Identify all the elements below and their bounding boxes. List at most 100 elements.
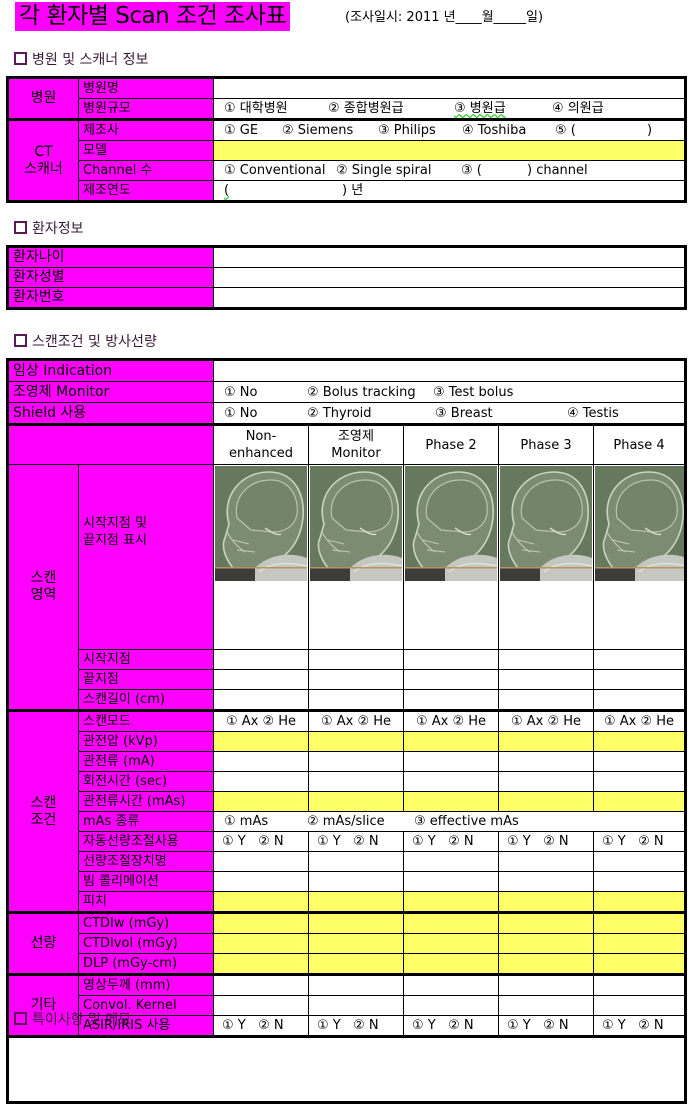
mas-field[interactable] [213, 791, 309, 812]
pitch-field[interactable] [593, 891, 686, 913]
kvp-field[interactable] [308, 731, 404, 752]
mas-type-options[interactable]: ① mAs ② mAs/slice ③ effective mAs [213, 811, 686, 832]
ctdiw-field[interactable] [498, 911, 594, 934]
start-point-field[interactable] [498, 649, 594, 670]
aec-options[interactable]: ① Y ② N [593, 831, 686, 852]
asir-options[interactable]: ① Y ② N [593, 1015, 686, 1037]
option-test-bolus[interactable]: ③ Test bolus [433, 384, 513, 401]
option-thyroid[interactable]: ② Thyroid [307, 405, 435, 422]
option-effective-mas[interactable]: ③ effective mAs [414, 813, 519, 830]
dlp-field[interactable] [213, 953, 309, 975]
ctdivol-field[interactable] [308, 933, 404, 954]
scan-length-field[interactable] [213, 689, 309, 711]
end-point-field[interactable] [308, 669, 404, 690]
slice-thickness-field[interactable] [498, 973, 594, 996]
kvp-field[interactable] [593, 731, 686, 752]
start-point-field[interactable] [213, 649, 309, 670]
channel-options[interactable]: ① Conventional ② Single spiral ③ () channe… [213, 160, 686, 181]
option-conventional[interactable]: ① Conventional [224, 162, 336, 179]
option-university-hospital[interactable]: ① 대학병원 [224, 100, 328, 117]
scan-mode-options[interactable]: ① Ax ② He [308, 709, 404, 732]
patient-id-field[interactable] [213, 287, 686, 309]
ma-field[interactable] [403, 751, 499, 772]
patient-sex-field[interactable] [213, 267, 686, 288]
kernel-field[interactable] [308, 995, 404, 1016]
mas-field[interactable] [308, 791, 404, 812]
pitch-field[interactable] [403, 891, 499, 913]
rotation-time-field[interactable] [593, 771, 686, 792]
rotation-time-field[interactable] [308, 771, 404, 792]
dlp-field[interactable] [403, 953, 499, 975]
aec-device-field[interactable] [593, 851, 686, 872]
collimation-field[interactable] [593, 871, 686, 892]
option-breast[interactable]: ③ Breast [435, 405, 567, 422]
manufacturer-options[interactable]: ① GE ② Siemens ③ Philips ④ Toshiba ⑤ () [213, 118, 686, 141]
aec-device-field[interactable] [213, 851, 309, 872]
scan-mode-options[interactable]: ① Ax ② He [593, 709, 686, 732]
aec-options[interactable]: ① Y ② N [403, 831, 499, 852]
end-point-field[interactable] [213, 669, 309, 690]
ctdiw-field[interactable] [593, 911, 686, 934]
option-bolus-tracking[interactable]: ② Bolus tracking [307, 384, 433, 401]
shield-options[interactable]: ① No ② Thyroid ③ Breast ④ Testis [213, 402, 686, 425]
pitch-field[interactable] [308, 891, 404, 913]
mas-field[interactable] [593, 791, 686, 812]
ctdivol-field[interactable] [593, 933, 686, 954]
scan-mode-options[interactable]: ① Ax ② He [213, 709, 309, 732]
aec-device-field[interactable] [403, 851, 499, 872]
rotation-time-field[interactable] [213, 771, 309, 792]
pitch-field[interactable] [498, 891, 594, 913]
hospital-name-field[interactable] [213, 77, 686, 99]
option-toshiba[interactable]: ④ Toshiba [462, 123, 555, 140]
end-point-field[interactable] [593, 669, 686, 690]
ctdiw-field[interactable] [308, 911, 404, 934]
collimation-field[interactable] [498, 871, 594, 892]
option-siemens[interactable]: ② Siemens [282, 123, 378, 140]
mas-field[interactable] [498, 791, 594, 812]
scan-length-field[interactable] [498, 689, 594, 711]
scout-image-cell[interactable] [593, 464, 686, 650]
collimation-field[interactable] [403, 871, 499, 892]
clinical-indication-field[interactable] [213, 359, 686, 382]
end-point-field[interactable] [403, 669, 499, 690]
scan-length-field[interactable] [593, 689, 686, 711]
option-no[interactable]: ① No [224, 384, 307, 401]
asir-options[interactable]: ① Y ② N [308, 1015, 404, 1037]
option-mas-per-slice[interactable]: ② mAs/slice [307, 813, 414, 830]
model-field[interactable] [213, 140, 686, 161]
option-testis[interactable]: ④ Testis [567, 405, 619, 422]
scout-image-cell[interactable] [213, 464, 309, 650]
dlp-field[interactable] [308, 953, 404, 975]
aec-options[interactable]: ① Y ② N [308, 831, 404, 852]
scout-image-cell[interactable] [498, 464, 594, 650]
ma-field[interactable] [593, 751, 686, 772]
start-point-field[interactable] [593, 649, 686, 670]
start-point-field[interactable] [403, 649, 499, 670]
aec-device-field[interactable] [498, 851, 594, 872]
kvp-field[interactable] [403, 731, 499, 752]
asir-options[interactable]: ① Y ② N [498, 1015, 594, 1037]
option-philips[interactable]: ③ Philips [378, 123, 462, 140]
dlp-field[interactable] [593, 953, 686, 975]
start-point-field[interactable] [308, 649, 404, 670]
scan-mode-options[interactable]: ① Ax ② He [403, 709, 499, 732]
scout-image-cell[interactable] [403, 464, 499, 650]
ma-field[interactable] [498, 751, 594, 772]
memo-textarea[interactable] [6, 1035, 687, 1104]
option-no-shield[interactable]: ① No [224, 405, 307, 422]
option-hospital[interactable]: ③ 병원급 [454, 100, 552, 117]
aec-options[interactable]: ① Y ② N [213, 831, 309, 852]
contrast-monitor-options[interactable]: ① No ② Bolus tracking ③ Test bolus [213, 381, 686, 403]
rotation-time-field[interactable] [403, 771, 499, 792]
kernel-field[interactable] [498, 995, 594, 1016]
collimation-field[interactable] [308, 871, 404, 892]
option-ge[interactable]: ① GE [224, 123, 282, 140]
kvp-field[interactable] [498, 731, 594, 752]
ctdiw-field[interactable] [213, 911, 309, 934]
kernel-field[interactable] [213, 995, 309, 1016]
kernel-field[interactable] [593, 995, 686, 1016]
pitch-field[interactable] [213, 891, 309, 913]
end-point-field[interactable] [498, 669, 594, 690]
asir-options[interactable]: ① Y ② N [403, 1015, 499, 1037]
dlp-field[interactable] [498, 953, 594, 975]
